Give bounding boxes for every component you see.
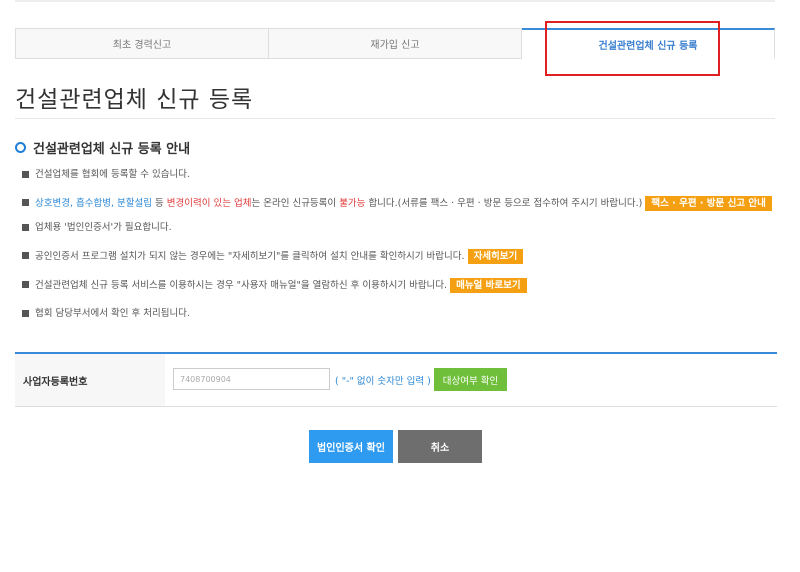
notice-text: 업체용 '법인인증서'가 필요합니다. — [35, 222, 172, 233]
notice-text: 건설업체를 협회에 등록할 수 있습니다. — [35, 169, 190, 180]
business-number-label: 사업자등록번호 — [15, 354, 165, 406]
list-item: 건설업체를 협회에 등록할 수 있습니다. — [22, 168, 777, 182]
top-divider — [15, 0, 775, 2]
page-title: 건설관련업체 신규 등록 — [15, 87, 254, 113]
square-bullet-icon — [22, 252, 29, 259]
list-item: 협회 담당부서에서 확인 후 처리됩니다. — [22, 307, 777, 321]
notice-text-part: 는 온라인 신규등록이 — [251, 198, 340, 209]
highlight-box — [545, 21, 720, 76]
section-title-text: 건설관련업체 신규 등록 안내 — [33, 142, 191, 157]
list-item: 상호변경, 흡수합병, 분할설립 등 변경이력이 있는 업체는 온라인 신규등록… — [22, 196, 777, 211]
list-item: 공인인증서 프로그램 설치가 되지 않는 경우에는 "자세히보기"를 클릭하여 … — [22, 249, 777, 264]
square-bullet-icon — [22, 171, 29, 178]
fax-mail-visit-guide-button[interactable]: 팩스 · 우편 · 방문 신고 안내 — [645, 196, 772, 211]
notice-highlight-red: 불가능 — [339, 198, 366, 209]
square-bullet-icon — [22, 199, 29, 206]
notice-text-part: 합니다.(서류를 팩스 · 우편 · 방문 등으로 접수하여 주시기 바랍니다.… — [365, 198, 646, 209]
manual-button[interactable]: 매뉴얼 바로보기 — [450, 278, 527, 293]
cancel-button[interactable]: 취소 — [398, 430, 482, 463]
list-item: 건설관련업체 신규 등록 서비스를 이용하시는 경우 "사용자 매뉴얼"을 열람… — [22, 278, 777, 293]
business-number-input[interactable] — [173, 368, 330, 390]
notice-list: 건설업체를 협회에 등록할 수 있습니다. 상호변경, 흡수합병, 분할설립 등… — [22, 168, 777, 335]
section-title: 건설관련업체 신규 등록 안내 — [15, 138, 190, 157]
tab-first-career-report[interactable]: 최초 경력신고 — [15, 28, 269, 59]
notice-highlight-blue: 상호변경, 흡수합병, 분할설립 — [35, 198, 152, 209]
eligibility-check-button[interactable]: 대상여부 확인 — [434, 368, 507, 391]
business-number-row: 사업자등록번호 ( "-" 없이 숫자만 입력 ) 대상여부 확인 — [15, 354, 777, 407]
notice-text-part: 등 — [151, 198, 167, 209]
details-button[interactable]: 자세히보기 — [467, 249, 524, 264]
notice-text-part: 건설관련업체 신규 등록 서비스를 이용하시는 경우 "사용자 매뉴얼"을 열람… — [35, 280, 451, 291]
notice-highlight-red: 변경이력이 있는 업체 — [166, 198, 252, 209]
notice-text-part: 공인인증서 프로그램 설치가 되지 않는 경우에는 "자세히보기"를 클릭하여 … — [35, 251, 468, 262]
notice-text: 건설관련업체 신규 등록 서비스를 이용하시는 경우 "사용자 매뉴얼"을 열람… — [35, 278, 527, 293]
certificate-confirm-button[interactable]: 법인인증서 확인 — [309, 430, 393, 463]
notice-text: 협회 담당부서에서 확인 후 처리됩니다. — [35, 308, 190, 319]
list-item: 업체용 '법인인증서'가 필요합니다. — [22, 221, 777, 235]
square-bullet-icon — [22, 281, 29, 288]
title-divider — [15, 118, 775, 119]
notice-text: 공인인증서 프로그램 설치가 되지 않는 경우에는 "자세히보기"를 클릭하여 … — [35, 249, 524, 264]
tab-rejoin-report[interactable]: 재가입 신고 — [269, 28, 522, 59]
business-number-hint: ( "-" 없이 숫자만 입력 ) — [335, 376, 431, 387]
circle-bullet-icon — [15, 142, 26, 153]
square-bullet-icon — [22, 310, 29, 317]
square-bullet-icon — [22, 224, 29, 231]
notice-text: 상호변경, 흡수합병, 분할설립 등 변경이력이 있는 업체는 온라인 신규등록… — [35, 196, 775, 211]
